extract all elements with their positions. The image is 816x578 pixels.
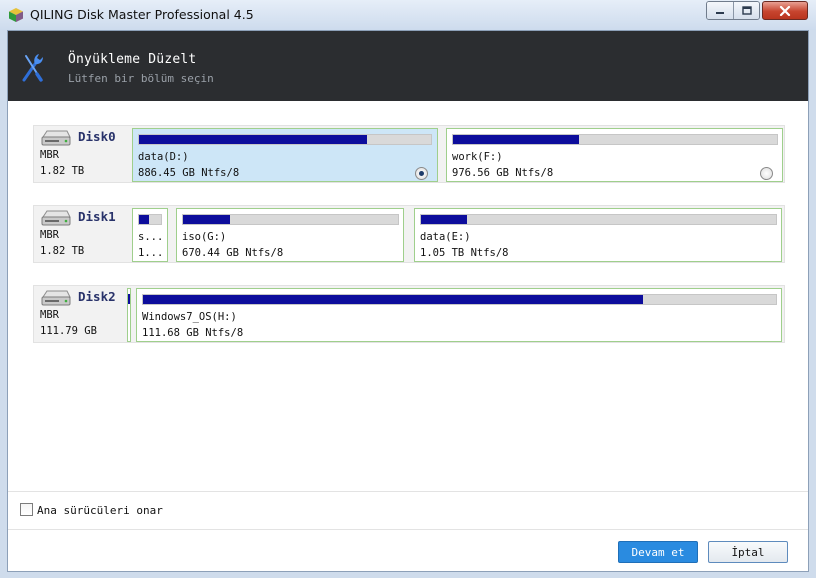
continue-button[interactable]: Devam et — [618, 541, 698, 563]
usage-bar-fill — [139, 215, 149, 224]
partition-label: Windows7_OS(H:) — [142, 311, 237, 323]
divider — [8, 529, 808, 530]
usage-bar — [138, 214, 162, 225]
usage-bar-fill — [139, 135, 367, 144]
disk-capacity: 1.82 TB — [40, 165, 85, 177]
app-cube-icon — [9, 8, 23, 22]
minimize-icon — [716, 11, 724, 14]
usage-bar-fill — [128, 294, 130, 304]
partition-details: 886.45 GB Ntfs/8 — [138, 167, 240, 179]
disk-capacity: 1.82 TB — [40, 245, 85, 257]
partition-label: work(F:) — [452, 151, 503, 163]
page-subtitle: Lütfen bir bölüm seçin — [68, 72, 214, 85]
window-controls — [706, 1, 760, 20]
cancel-button[interactable]: İptal — [708, 541, 788, 563]
disk-partition-style: MBR — [40, 229, 59, 241]
disk-row-disk2: Disk2 MBR 111.79 GB Windows7_OS(H:) 111.… — [33, 285, 785, 343]
disk-partition-style: MBR — [40, 309, 59, 321]
disk-name: Disk2 — [78, 289, 116, 304]
page-title: Önyükleme Düzelt — [68, 52, 197, 67]
partition-data-e[interactable]: data(E:) 1.05 TB Ntfs/8 — [414, 208, 782, 262]
partition-label: data(D:) — [138, 151, 189, 163]
disk-info: Disk2 MBR 111.79 GB — [34, 286, 130, 342]
partition-radio[interactable] — [415, 167, 428, 180]
disk-row-disk0: Disk0 MBR 1.82 TB data(D:) 886.45 GB Ntf… — [33, 125, 785, 183]
title-bar[interactable]: QILING Disk Master Professional 4.5 — [0, 0, 816, 30]
disk-info: Disk0 MBR 1.82 TB — [34, 126, 130, 182]
partition-windows7-os-h[interactable]: Windows7_OS(H:) 111.68 GB Ntfs/8 — [136, 288, 782, 342]
partition-label: s... — [138, 231, 164, 243]
minimize-button[interactable] — [707, 2, 733, 19]
usage-bar — [138, 134, 432, 145]
window-title: QILING Disk Master Professional 4.5 — [30, 7, 254, 22]
disk-name: Disk1 — [78, 209, 116, 224]
partition-details: 111.68 GB Ntfs/8 — [142, 327, 244, 339]
dialog-body: Önyükleme Düzelt Lütfen bir bölüm seçin … — [7, 30, 809, 572]
usage-bar — [420, 214, 777, 225]
partition-data-d[interactable]: data(D:) 886.45 GB Ntfs/8 — [132, 128, 438, 182]
usage-bar — [142, 294, 777, 305]
usage-bar-fill — [143, 295, 644, 304]
partition-system-reserved[interactable]: s... 1... — [132, 208, 168, 262]
partition-radio[interactable] — [760, 167, 773, 180]
partition-label: data(E:) — [420, 231, 471, 243]
repair-drives-label: Ana sürücüleri onar — [37, 504, 163, 517]
hard-disk-icon — [41, 290, 71, 306]
partition-details: 1.05 TB Ntfs/8 — [420, 247, 509, 259]
divider — [8, 491, 808, 492]
maximize-icon — [741, 6, 752, 15]
hard-disk-icon — [41, 130, 71, 146]
dialog-header: Önyükleme Düzelt Lütfen bir bölüm seçin — [8, 31, 808, 101]
repair-drives-checkbox[interactable] — [20, 503, 33, 516]
partition-details: 976.56 GB Ntfs/8 — [452, 167, 554, 179]
disk-partition-style: MBR — [40, 149, 59, 161]
close-button[interactable] — [762, 1, 808, 20]
disk-info: Disk1 MBR 1.82 TB — [34, 206, 130, 262]
partition-details: 670.44 GB Ntfs/8 — [182, 247, 284, 259]
disk-row-disk1: Disk1 MBR 1.82 TB s... 1... iso(G:) 670.… — [33, 205, 785, 263]
disk-name: Disk0 — [78, 129, 116, 144]
usage-bar-fill — [453, 135, 580, 144]
partition-work-f[interactable]: work(F:) 976.56 GB Ntfs/8 — [446, 128, 783, 182]
partition-sliver[interactable] — [127, 288, 131, 342]
usage-bar — [182, 214, 399, 225]
hard-disk-icon — [41, 210, 71, 226]
partition-label: iso(G:) — [182, 231, 227, 243]
partition-iso-g[interactable]: iso(G:) 670.44 GB Ntfs/8 — [176, 208, 404, 262]
maximize-button[interactable] — [733, 2, 759, 19]
usage-bar-fill — [421, 215, 468, 224]
close-icon — [779, 5, 791, 16]
usage-bar-fill — [183, 215, 231, 224]
usage-bar — [452, 134, 778, 145]
disk-capacity: 111.79 GB — [40, 325, 97, 337]
wrench-screwdriver-icon — [22, 54, 43, 82]
partition-details: 1... — [138, 247, 164, 259]
